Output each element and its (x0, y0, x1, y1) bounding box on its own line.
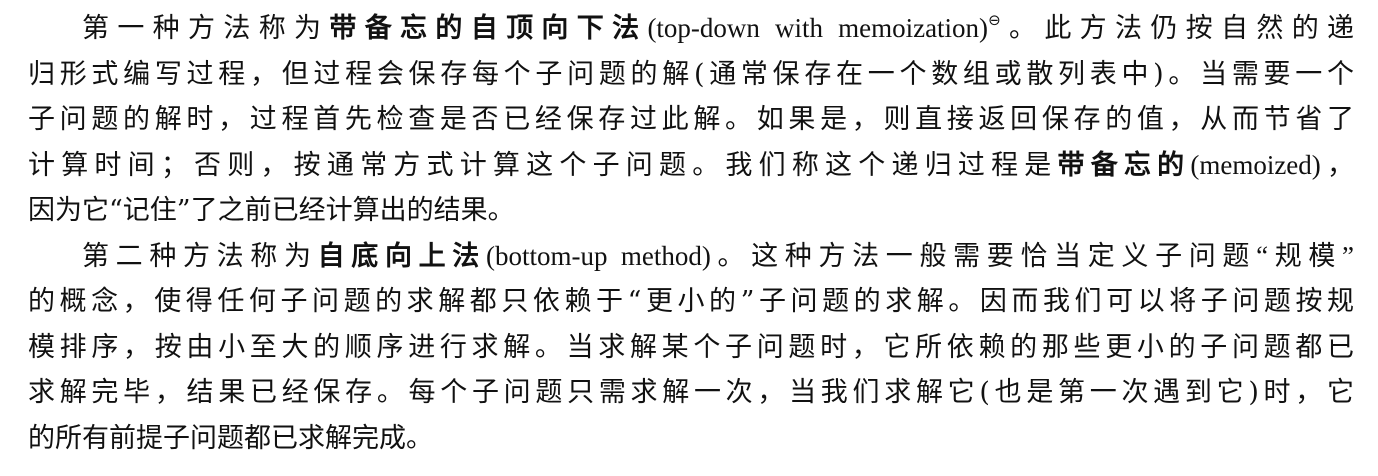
text-line: 子问题的解时，过程首先检查是否已经保存过此解。如果是，则直接返回保存的值，从而节… (28, 104, 1354, 135)
term-memoized-english: (memoized)， (1190, 149, 1354, 180)
term-top-down: 带备忘的自顶向下法 (329, 13, 648, 44)
text-line: 计算时间；否则，按通常方式计算这个子问题。我们称这个递归过程是带备忘的(memo… (28, 143, 1354, 189)
text-line: 第二种方法称为自底向上法(bottom-up method)。这种方法一般需要恰… (28, 234, 1354, 280)
text-line: 归形式编写过程，但过程会保存每个子问题的解(通常保存在一个数组或散列表中)。当需… (28, 58, 1354, 90)
term-memoized: 带备忘的 (1057, 149, 1191, 181)
text-run: 第二种方法称为 (82, 240, 318, 272)
text-run: 第一种方法称为 (82, 13, 330, 44)
paragraph-bottom-up: 第二种方法称为自底向上法(bottom-up method)。这种方法一般需要恰… (28, 234, 1354, 462)
text-line: 第一种方法称为带备忘的自顶向下法(top-down with memoizati… (28, 6, 1354, 52)
text-line: 因为它“记住”了之前已经计算出的结果。 (28, 195, 515, 226)
paragraph-top-down: 第一种方法称为带备忘的自顶向下法(top-down with memoizati… (28, 6, 1354, 234)
term-bottom-up-english: (bottom-up method)。这种方法一般需要恰当定义子问题“规模” (485, 240, 1355, 271)
term-top-down-english: (top-down with memoization) (647, 13, 989, 43)
text-run: 计算时间；否则，按通常方式计算这个子问题。我们称这个递归过程是 (28, 149, 1058, 181)
term-bottom-up: 自底向上法 (317, 240, 486, 272)
text-run: 。此方法仍按自然的递 (1000, 13, 1355, 44)
text-line: 模排序，按由小至大的顺序进行求解。当求解某个子问题时，它所依赖的那些更小的子问题… (28, 331, 1354, 363)
document-page: 第一种方法称为带备忘的自顶向下法(top-down with memoizati… (28, 6, 1354, 461)
text-line: 的概念，使得任何子问题的求解都只依赖于“更小的”子问题的求解。因而我们可以将子问… (28, 286, 1354, 317)
text-line: 求解完毕，结果已经保存。每个子问题只需求解一次，当我们求解它(也是第一次遇到它)… (28, 377, 1354, 408)
text-line: 的所有前提子问题都已求解完成。 (28, 422, 433, 454)
footnote-marker: ⊖ (988, 11, 1001, 29)
